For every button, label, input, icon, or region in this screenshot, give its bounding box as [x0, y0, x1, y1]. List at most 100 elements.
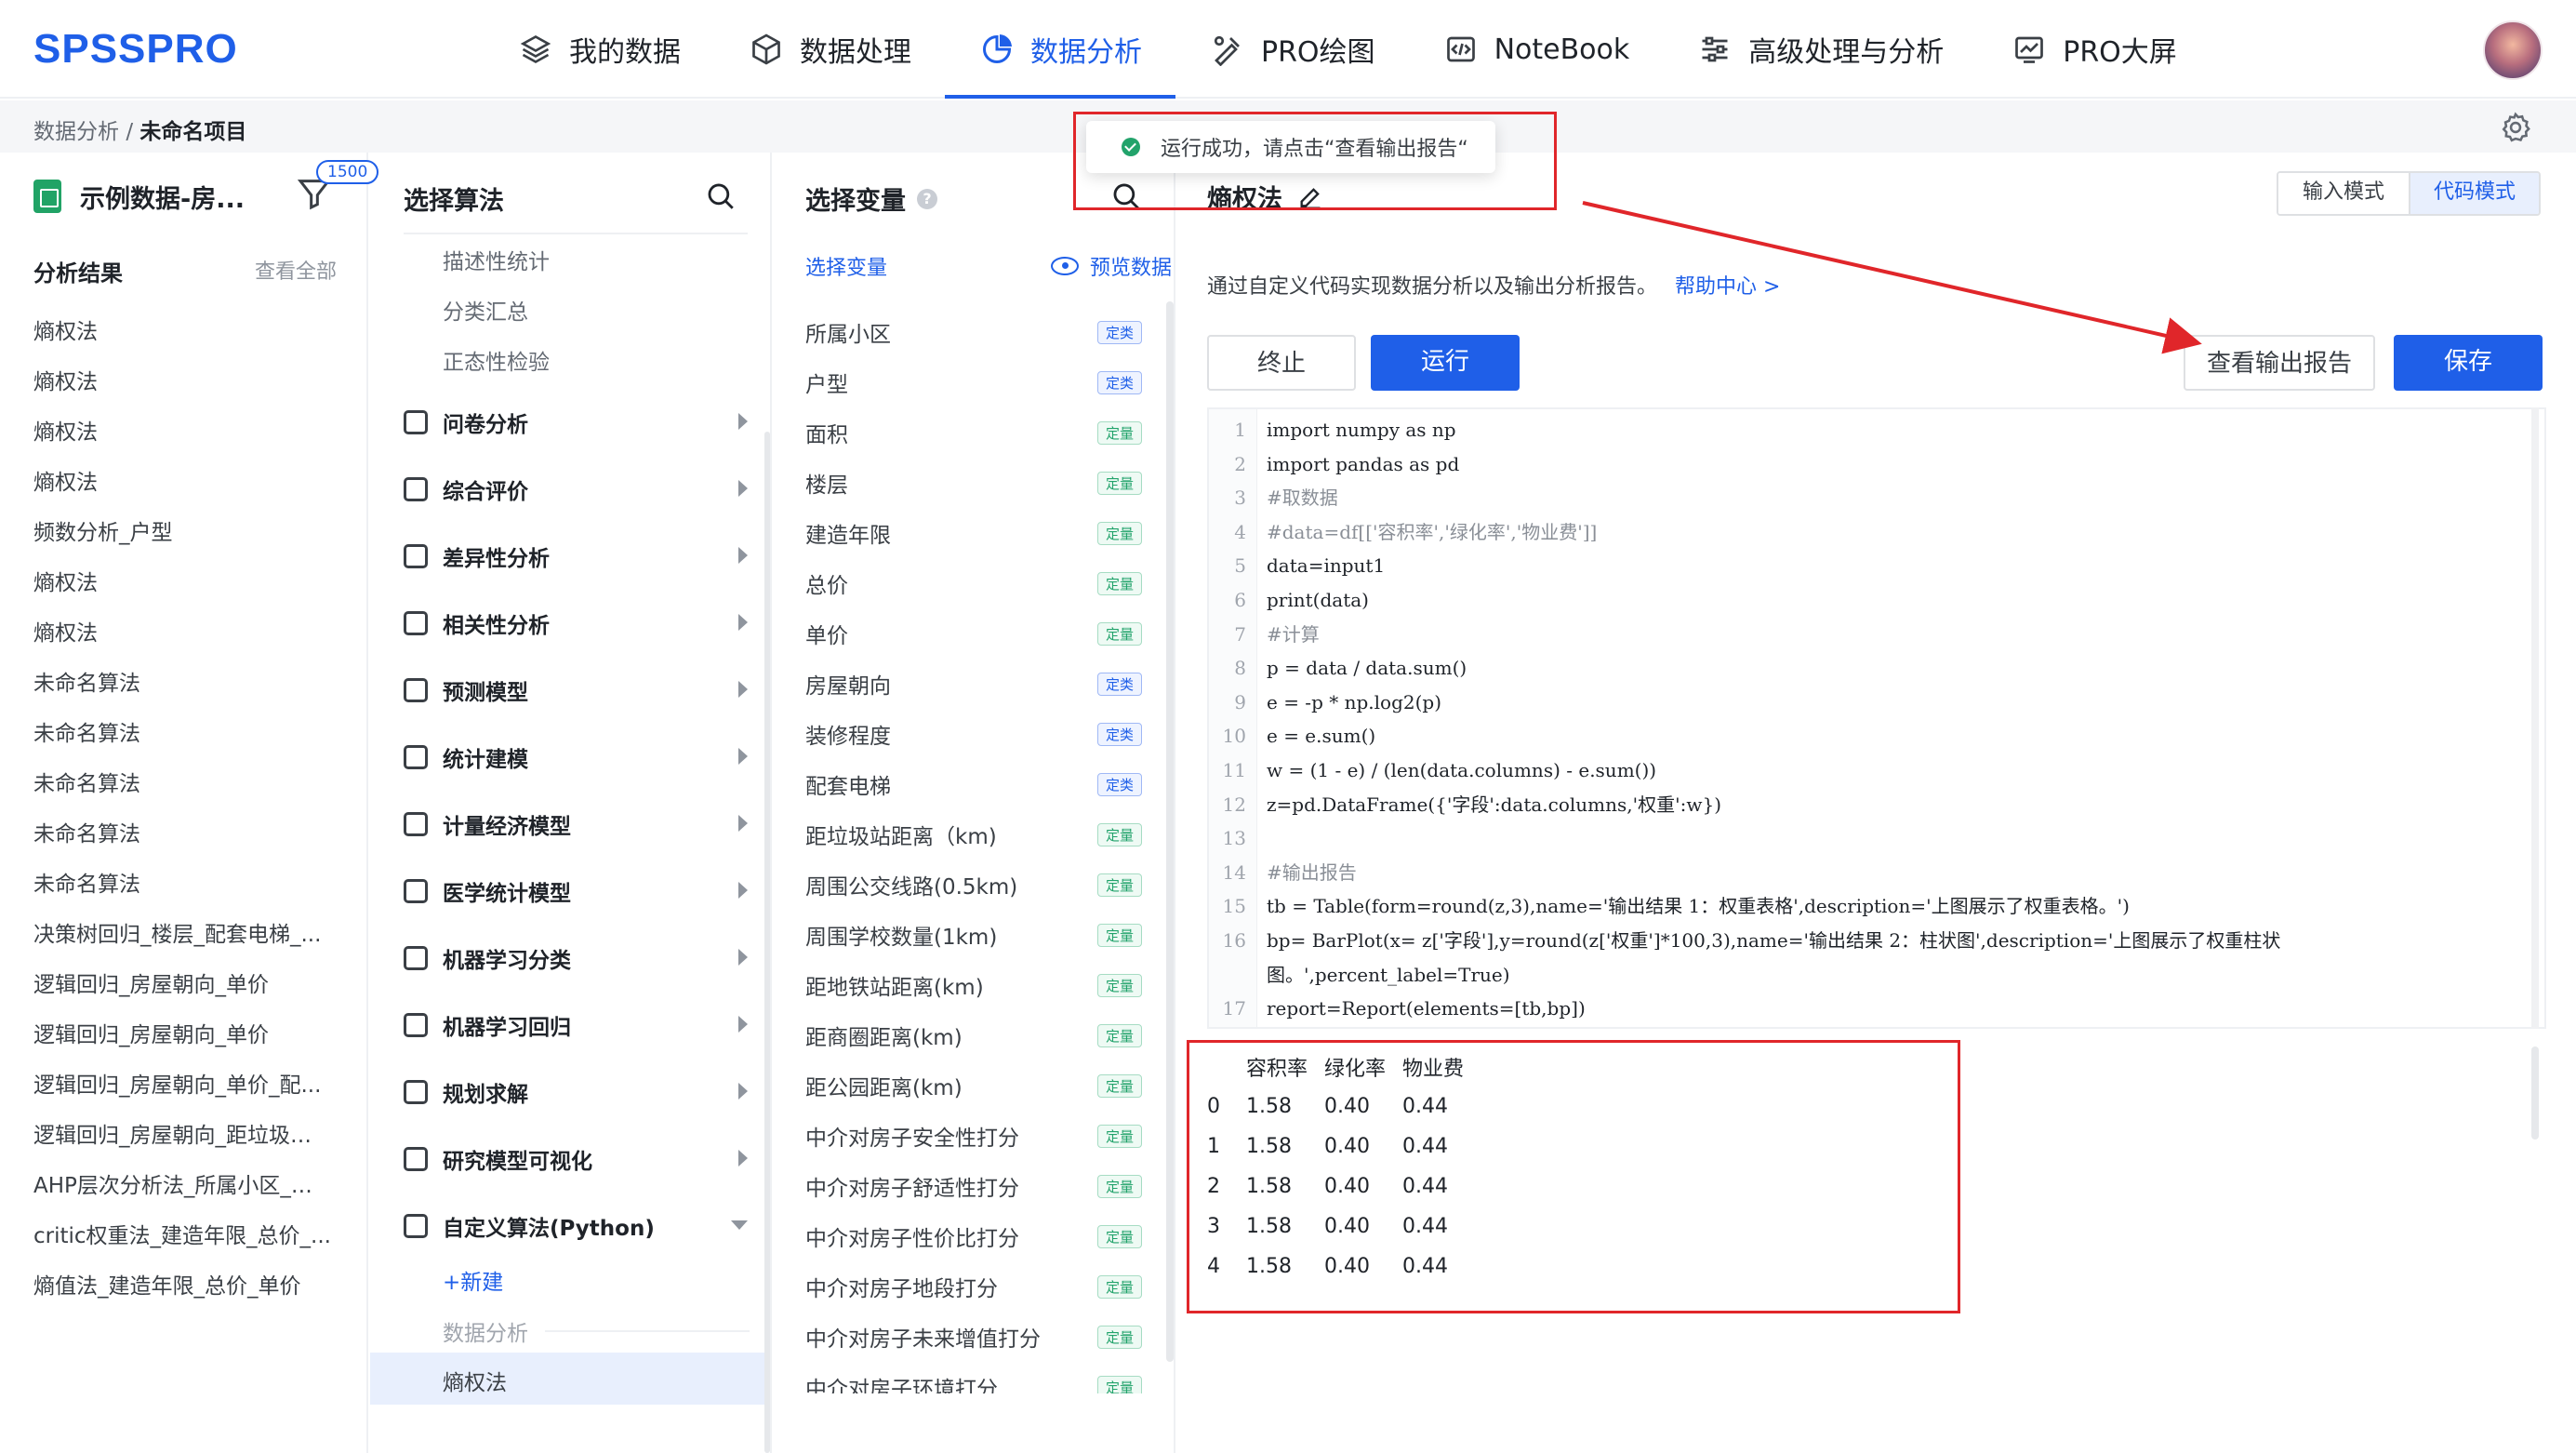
variable-item[interactable]: 装修程度 定类 [805, 709, 1142, 759]
app-logo[interactable]: SPSSPRO [33, 26, 238, 73]
category-label: 规划求解 [443, 1083, 528, 1107]
result-item[interactable]: 未命名算法 [33, 659, 331, 709]
result-item[interactable]: 熵权法 [33, 458, 331, 508]
result-item[interactable]: critic权重法_建造年限_总价_... [33, 1211, 331, 1261]
scrollbar[interactable] [2531, 1046, 2539, 1140]
result-item[interactable]: 熵值法_建造年限_总价_单价 [33, 1261, 331, 1312]
variable-type-tag: 定量 [1096, 1124, 1142, 1148]
result-item[interactable]: 频数分析_户型 [33, 508, 331, 558]
result-item[interactable]: 逻辑回归_房屋朝向_单价 [33, 1010, 331, 1060]
result-item[interactable]: 逻辑回归_房屋朝向_单价_配... [33, 1060, 331, 1111]
variable-item[interactable]: 房屋朝向 定类 [805, 659, 1142, 709]
output-cell: 0.44 [1402, 1255, 1448, 1278]
variable-item[interactable]: 楼层 定量 [805, 458, 1142, 508]
variable-item[interactable]: 单价 定量 [805, 608, 1142, 659]
help-center-link[interactable]: 帮助中心 > [1675, 275, 1780, 299]
nav-pro-draw[interactable]: PRO绘图 [1175, 0, 1409, 99]
result-item[interactable]: 熵权法 [33, 357, 331, 407]
scrollbar[interactable] [764, 432, 770, 1453]
new-algorithm-link[interactable]: +新建 [443, 1264, 503, 1296]
variable-item[interactable]: 距公园距离(km) 定量 [805, 1060, 1142, 1111]
help-icon[interactable]: ? [917, 188, 937, 209]
result-item[interactable]: AHP层次分析法_所属小区_户... [33, 1161, 331, 1211]
variable-item[interactable]: 距商圈距离(km) 定量 [805, 1010, 1142, 1060]
algorithm-category[interactable]: 问卷分析 [404, 404, 748, 441]
variable-name: 单价 [805, 624, 848, 648]
variable-item[interactable]: 周围公交线路(0.5km) 定量 [805, 860, 1142, 910]
view-report-button[interactable]: 查看输出报告 [2184, 335, 2375, 391]
algorithm-category[interactable]: 差异性分析 [404, 538, 748, 575]
output-cell: 0.40 [1324, 1255, 1370, 1278]
algorithm-category[interactable]: 自定义算法(Python) [404, 1207, 748, 1245]
result-item[interactable]: 决策树回归_楼层_配套电梯_... [33, 910, 331, 960]
algorithm-category[interactable]: 计量经济模型 [404, 806, 748, 843]
result-item[interactable]: 未命名算法 [33, 759, 331, 809]
variable-item[interactable]: 总价 定量 [805, 558, 1142, 608]
algorithm-category[interactable]: 规划求解 [404, 1073, 748, 1111]
variable-item[interactable]: 中介对房子地段打分 定量 [805, 1261, 1142, 1312]
algorithm-category[interactable]: 统计建模 [404, 739, 748, 776]
save-button[interactable]: 保存 [2394, 335, 2543, 391]
result-item[interactable]: 熵权法 [33, 608, 331, 659]
variable-item[interactable]: 中介对房子环境打分 定量 [805, 1362, 1142, 1393]
algorithm-item[interactable]: 描述性统计 [443, 244, 550, 275]
algorithm-category[interactable]: 相关性分析 [404, 605, 748, 642]
nav-my-data[interactable]: 我的数据 [484, 0, 714, 99]
result-item[interactable]: 熵权法 [33, 558, 331, 608]
algorithm-category[interactable]: 机器学习回归 [404, 1006, 748, 1044]
preview-data-button[interactable]: 预览数据 [1050, 251, 1172, 281]
variable-item[interactable]: 建造年限 定量 [805, 508, 1142, 558]
code-line: 8 p = data / data.sum() [1209, 651, 2544, 685]
stop-button[interactable]: 终止 [1207, 335, 1356, 391]
algorithm-item[interactable]: 正态性检验 [443, 344, 550, 376]
algorithm-item[interactable]: 分类汇总 [443, 294, 528, 326]
scrollbar[interactable] [1166, 301, 1174, 1362]
result-item[interactable]: 未命名算法 [33, 860, 331, 910]
scrollbar[interactable] [2531, 407, 2539, 1029]
breadcrumb-parent[interactable]: 数据分析 [33, 120, 119, 144]
run-button[interactable]: 运行 [1371, 335, 1520, 391]
variable-item[interactable]: 中介对房子未来增值打分 定量 [805, 1312, 1142, 1362]
nav-advanced[interactable]: 高级处理与分析 [1663, 0, 1977, 99]
variable-item[interactable]: 所属小区 定类 [805, 307, 1142, 357]
gear-icon[interactable] [2500, 112, 2531, 143]
result-item[interactable]: 熵权法 [33, 307, 331, 357]
code-mode-button[interactable]: 代码模式 [2409, 173, 2539, 214]
search-icon[interactable] [705, 180, 737, 212]
variable-item[interactable]: 中介对房子安全性打分 定量 [805, 1111, 1142, 1161]
algorithm-category[interactable]: 医学统计模型 [404, 873, 748, 910]
variable-item[interactable]: 户型 定类 [805, 357, 1142, 407]
nav-label: NoteBook [1494, 33, 1630, 66]
nav-notebook[interactable]: NoteBook [1409, 0, 1664, 99]
nav-data-processing[interactable]: 数据处理 [714, 0, 945, 99]
variable-item[interactable]: 距垃圾站距离（km) 定量 [805, 809, 1142, 860]
variable-item[interactable]: 周围学校数量(1km) 定量 [805, 910, 1142, 960]
result-item[interactable]: 熵权法 [33, 407, 331, 458]
variable-item[interactable]: 配套电梯 定类 [805, 759, 1142, 809]
result-item[interactable]: 未命名算法 [33, 809, 331, 860]
search-icon[interactable] [1110, 180, 1142, 212]
result-item[interactable]: 逻辑回归_房屋朝向_单价 [33, 960, 331, 1010]
variable-item[interactable]: 中介对房子舒适性打分 定量 [805, 1161, 1142, 1211]
variable-item[interactable]: 面积 定量 [805, 407, 1142, 458]
algorithm-category[interactable]: 研究模型可视化 [404, 1140, 748, 1178]
user-avatar[interactable] [2483, 20, 2543, 80]
variable-item[interactable]: 中介对房子性价比打分 定量 [805, 1211, 1142, 1261]
tab-select-variable[interactable]: 选择变量 [805, 251, 887, 281]
code-line: 6 print(data) [1209, 583, 2544, 617]
result-item[interactable]: 逻辑回归_房屋朝向_距垃圾站... [33, 1111, 331, 1161]
preview-data-label: 预览数据 [1089, 257, 1172, 280]
algorithm-category[interactable]: 机器学习分类 [404, 940, 748, 977]
algorithm-category[interactable]: 综合评价 [404, 471, 748, 508]
category-label: 医学统计模型 [443, 882, 571, 906]
edit-icon[interactable] [1297, 184, 1323, 210]
nav-data-analysis[interactable]: 数据分析 [945, 0, 1175, 99]
result-item[interactable]: 未命名算法 [33, 709, 331, 759]
variable-item[interactable]: 距地铁站距离(km) 定量 [805, 960, 1142, 1010]
selected-algorithm-item[interactable]: 熵权法 [370, 1353, 768, 1405]
nav-pro-screen[interactable]: PRO大屏 [1977, 0, 2211, 99]
algorithm-category[interactable]: 预测模型 [404, 672, 748, 709]
input-mode-button[interactable]: 输入模式 [2278, 173, 2409, 214]
view-all-link[interactable]: 查看全部 [255, 255, 337, 287]
code-editor[interactable]: 1 import numpy as np 2 import pandas as pd 3… [1207, 407, 2546, 1029]
